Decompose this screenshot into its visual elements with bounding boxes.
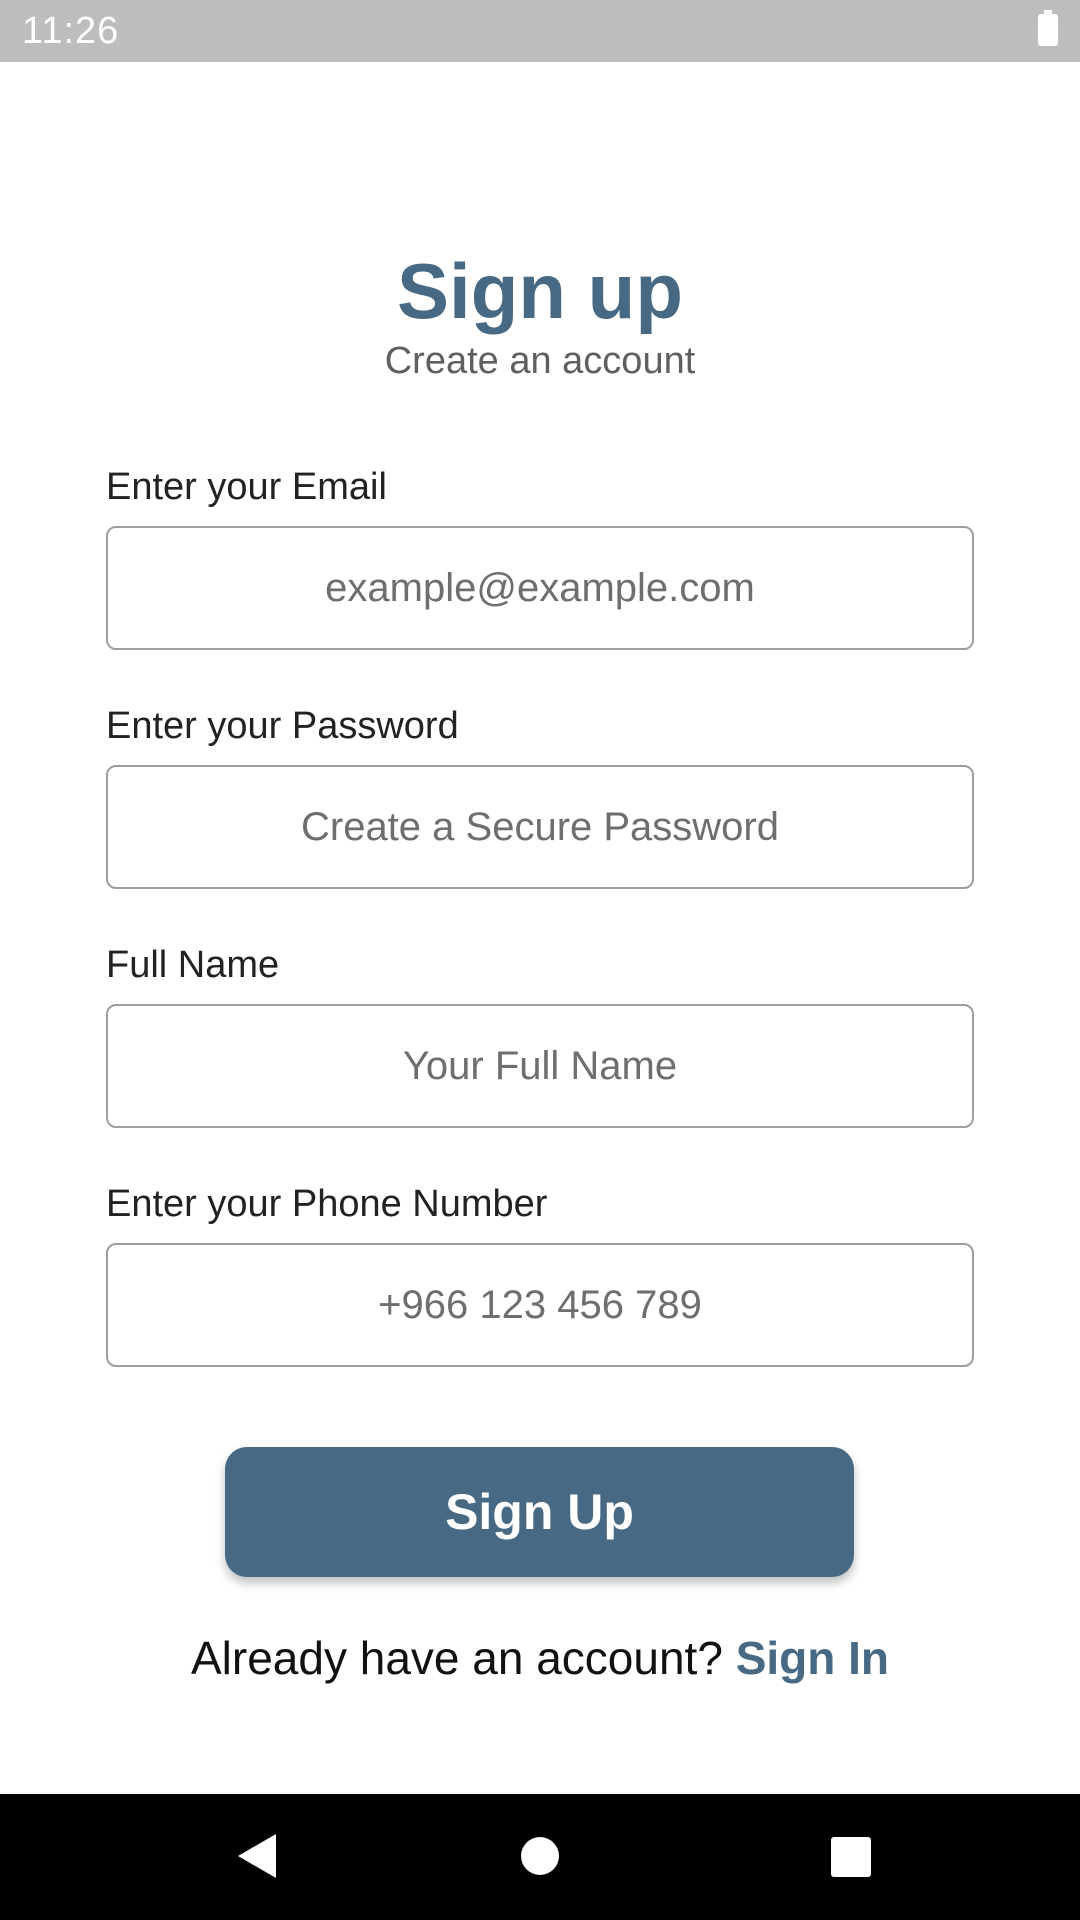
signup-button[interactable]: Sign Up [225, 1447, 854, 1577]
status-bar: 11:26 [0, 0, 1080, 62]
email-label: Enter your Email [106, 466, 387, 508]
page-subtitle: Create an account [384, 340, 696, 382]
password-label: Enter your Password [106, 705, 459, 747]
status-time: 11:26 [22, 10, 120, 52]
full-name-label: Full Name [106, 944, 280, 986]
signup-screen: 11:26 Sign up Create an account Enter yo… [0, 0, 1080, 1920]
recents-icon[interactable] [831, 1837, 871, 1877]
home-icon[interactable] [521, 1837, 559, 1875]
back-icon[interactable] [238, 1834, 276, 1878]
signin-prompt-row: Already have an account? Sign In [0, 1630, 1080, 1686]
signin-prompt-text: Already have an account? [190, 1632, 736, 1684]
full-name-field[interactable] [106, 1004, 974, 1128]
page-title: Sign up [397, 247, 683, 335]
email-field[interactable] [106, 526, 974, 650]
phone-label: Enter your Phone Number [106, 1183, 548, 1225]
navigation-bar [0, 1794, 1080, 1920]
password-field[interactable] [106, 765, 974, 889]
battery-icon [1038, 10, 1058, 46]
signin-link[interactable]: Sign In [736, 1632, 889, 1684]
phone-field[interactable] [106, 1243, 974, 1367]
